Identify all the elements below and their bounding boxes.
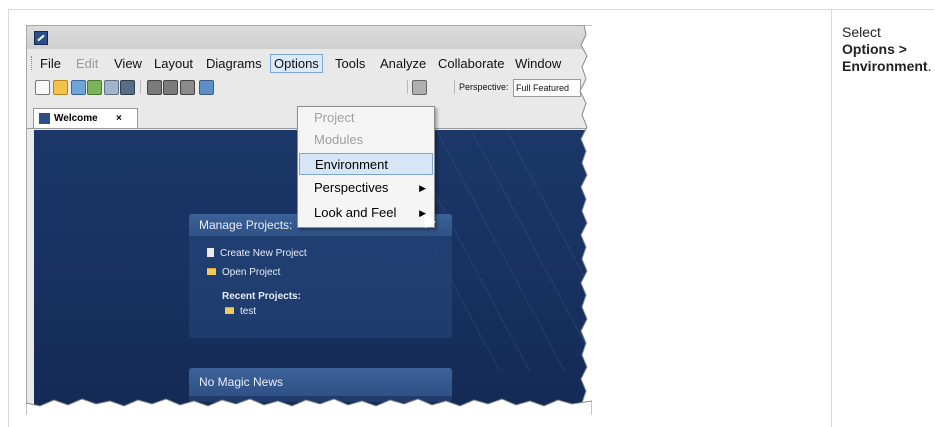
toolbar-separator [407,80,408,94]
news-header: No Magic News [189,368,452,396]
close-icon[interactable]: × [116,109,122,128]
new-file-icon[interactable] [35,80,50,95]
folder-icon [207,268,216,275]
title-bar [27,26,587,49]
submenu-arrow-icon: ▶ [419,208,426,218]
create-new-project-link[interactable]: Create New Project [207,248,307,259]
menu-file[interactable]: File [37,55,64,72]
perspective-label: Perspective: [459,82,509,92]
settings-icon[interactable] [104,80,119,95]
perspective-select[interactable]: Full Featured [513,79,581,97]
menu-analyze[interactable]: Analyze [377,55,429,72]
copy-icon[interactable] [412,80,427,95]
instruction-text: Select Options > Environment. [842,24,934,75]
table-left-border [8,9,9,427]
create-new-project-label: Create New Project [220,248,307,259]
menu-item-look-and-feel-label: Look and Feel [314,205,397,220]
decorative-streak [448,130,587,372]
menu-item-modules-label: Modules [314,132,364,147]
toolbar: Perspective: Full Featured [27,76,587,98]
menu-view[interactable]: View [111,55,145,72]
project-icon[interactable] [71,80,86,95]
find-icon[interactable] [180,80,195,95]
instruction-prefix: Select [842,24,881,40]
recent-project-item[interactable]: test [225,306,256,317]
menu-options[interactable]: Options [270,54,323,73]
welcome-tab-icon [39,113,50,124]
menubar-grip-icon [31,56,34,70]
submenu-arrow-icon: ▶ [419,183,426,193]
menu-item-perspectives-label: Perspectives [314,180,389,195]
menu-item-modules[interactable]: Modules [298,129,434,151]
undo-icon[interactable] [199,80,214,95]
menu-item-environment[interactable]: Environment [299,153,436,229]
app-logo-icon [34,31,48,45]
recent-projects-title: Recent Projects: [222,291,301,302]
open-project-link[interactable]: Open Project [207,267,280,278]
print-preview-icon[interactable] [163,80,178,95]
menu-item-perspectives[interactable]: Perspectives ▶ [298,177,434,199]
menu-item-project[interactable]: Project [298,107,434,129]
menu-diagrams[interactable]: Diagrams [203,55,265,72]
manage-projects-panel: Manage Projects: Create New Project Open… [189,214,452,338]
new-document-icon [207,248,214,257]
tab-welcome-label: Welcome [54,113,98,124]
toolbar-separator [454,80,455,94]
print-icon[interactable] [147,80,162,95]
torn-edge-right [579,25,592,413]
instruction-suffix: . [927,58,932,74]
menu-item-environment-label: Environment [315,157,388,172]
instruction-path: Options > Environment [842,41,928,74]
table-column-divider [831,9,832,427]
app-window: File Edit View Layout Diagrams Options T… [26,25,587,410]
recent-project-label: test [240,306,257,317]
folder-icon [225,307,234,314]
options-dropdown-menu: Project Modules Environment Perspectives… [297,106,436,229]
model-icon[interactable] [87,80,102,95]
menu-collaborate[interactable]: Collaborate [435,55,508,72]
menu-item-project-label: Project [314,110,355,125]
torn-edge-bottom [26,398,592,415]
menu-tools[interactable]: Tools [332,55,368,72]
toolbar-separator [140,80,141,94]
menu-item-look-and-feel[interactable]: Look and Feel ▶ [298,202,434,224]
open-project-label: Open Project [222,267,281,278]
open-folder-icon[interactable] [53,80,68,95]
table-top-border [8,9,934,10]
menu-window[interactable]: Window [512,55,564,72]
menu-bar: File Edit View Layout Diagrams Options T… [27,53,587,73]
tab-welcome[interactable]: Welcome × [33,108,138,128]
menu-layout[interactable]: Layout [151,55,196,72]
menu-edit[interactable]: Edit [73,55,101,72]
save-icon[interactable] [120,80,135,95]
